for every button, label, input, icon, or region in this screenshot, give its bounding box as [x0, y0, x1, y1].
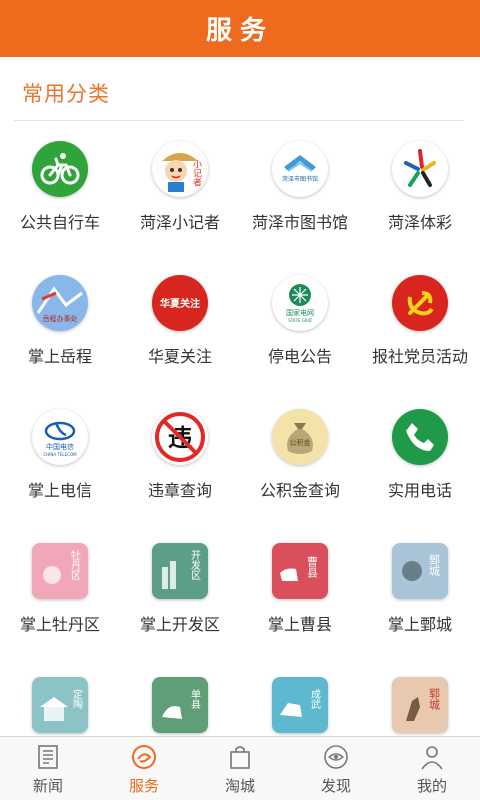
- discover-icon: [324, 745, 348, 769]
- service-item-label: 违章查询: [147, 481, 212, 500]
- yuecheng-icon: 岳程办事处: [32, 275, 88, 331]
- newspaper-icon: [38, 745, 58, 769]
- service-item-yuecheng[interactable]: 岳程办事处 掌上岳程: [0, 255, 120, 389]
- service-item-label: 停电公告: [267, 347, 332, 366]
- app-header: 服务: [0, 0, 480, 57]
- service-item-label: 菏泽小记者: [139, 213, 220, 232]
- shopping-bag-icon: [230, 746, 250, 769]
- service-item-fund[interactable]: 公积金 公积金查询: [240, 389, 360, 523]
- service-item-party[interactable]: 报社党员活动: [360, 255, 480, 389]
- svg-text:菏泽市图书馆: 菏泽市图书馆: [282, 175, 318, 183]
- service-item-kaifa[interactable]: 开发区 掌上开发区: [120, 523, 240, 657]
- svg-text:曹县: 曹县: [306, 556, 319, 579]
- svg-text:开发区: 开发区: [189, 550, 201, 580]
- svg-text:牡丹区: 牡丹区: [69, 549, 81, 580]
- huaxia-icon: 华夏关注: [152, 275, 208, 331]
- lottery-star-icon: [392, 141, 448, 197]
- bottom-tab-bar: 新闻 服务 淘城 发现 我的: [0, 736, 480, 800]
- svg-text:定陶: 定陶: [71, 688, 83, 710]
- service-item-label: 公共自行车: [19, 213, 100, 232]
- user-icon: [421, 746, 443, 770]
- service-item-huaxia[interactable]: 华夏关注 华夏关注: [120, 255, 240, 389]
- service-item-label: 掌上电信: [27, 481, 92, 500]
- svg-text:岳程办事处: 岳程办事处: [43, 314, 78, 323]
- mudan-icon: 牡丹区: [32, 543, 88, 599]
- service-item-reporter[interactable]: 小记者 菏泽小记者: [120, 121, 240, 255]
- service-item-telecom[interactable]: 中国电信 CHINA TELECOM 掌上电信: [0, 389, 120, 523]
- service-item-juancheng[interactable]: 鄄城 掌上鄄城: [360, 523, 480, 657]
- service-item-bicycle[interactable]: 公共自行车: [0, 121, 120, 255]
- service-item-label: 掌上牡丹区: [19, 615, 100, 634]
- svg-text:成武: 成武: [309, 689, 321, 709]
- service-item-label: 实用电话: [387, 481, 452, 500]
- tab-shopping[interactable]: 淘城: [192, 737, 288, 800]
- fund-bag-icon: 公积金: [272, 409, 328, 465]
- service-item-shanxian[interactable]: 单县: [120, 657, 240, 736]
- service-item-yuncheng[interactable]: 郓城: [360, 657, 480, 736]
- service-item-power-notice[interactable]: 国家电网 STATE GRID 停电公告: [240, 255, 360, 389]
- service-icon: [132, 745, 156, 769]
- svg-text:小记者: 小记者: [191, 159, 202, 186]
- service-item-caoxian[interactable]: 曹县 掌上曹县: [240, 523, 360, 657]
- service-item-phone[interactable]: 实用电话: [360, 389, 480, 523]
- dingtao-icon: 定陶: [32, 677, 88, 733]
- kaifa-icon: 开发区: [152, 543, 208, 599]
- shanxian-icon: 单县: [152, 677, 208, 733]
- tab-news[interactable]: 新闻: [0, 737, 96, 800]
- juancheng-icon: 鄄城: [392, 543, 448, 599]
- phone-icon: [392, 409, 448, 465]
- svg-text:国家电网: 国家电网: [286, 308, 314, 317]
- svg-text:郓城: 郓城: [428, 688, 441, 710]
- tab-discover[interactable]: 发现: [288, 737, 384, 800]
- service-item-lottery[interactable]: 菏泽体彩: [360, 121, 480, 255]
- service-item-chengwu[interactable]: 成武: [240, 657, 360, 736]
- china-telecom-icon: 中国电信 CHINA TELECOM: [32, 409, 88, 465]
- service-item-mudan[interactable]: 牡丹区 掌上牡丹区: [0, 523, 120, 657]
- party-emblem-icon: [392, 275, 448, 331]
- svg-text:鄄城: 鄄城: [428, 554, 441, 576]
- svg-text:华夏关注: 华夏关注: [160, 297, 200, 310]
- service-item-label: 掌上鄄城: [387, 615, 452, 634]
- tab-profile[interactable]: 我的: [384, 737, 480, 800]
- violation-icon: 违: [152, 409, 208, 465]
- page-title: 服务: [205, 16, 274, 46]
- svg-text:STATE GRID: STATE GRID: [288, 318, 311, 323]
- state-grid-icon: 国家电网 STATE GRID: [272, 275, 328, 331]
- service-item-label: 公积金查询: [259, 481, 340, 500]
- service-item-label: 菏泽体彩: [387, 213, 452, 232]
- svg-text:中国电信: 中国电信: [46, 442, 74, 451]
- bicycle-icon: [32, 141, 88, 197]
- section-title: 常用分类: [22, 82, 110, 106]
- svg-text:单县: 单县: [189, 689, 201, 710]
- caoxian-icon: 曹县: [272, 543, 328, 599]
- service-item-label: 华夏关注: [147, 347, 212, 366]
- service-grid: 公共自行车 小记者 菏泽小记者 菏泽市图书馆 菏泽市图书馆 菏泽体彩 岳程办事处…: [0, 121, 480, 736]
- service-item-label: 报社党员活动: [371, 347, 468, 366]
- service-item-library[interactable]: 菏泽市图书馆 菏泽市图书馆: [240, 121, 360, 255]
- service-item-dingtao[interactable]: 定陶: [0, 657, 120, 736]
- yuncheng-icon: 郓城: [392, 677, 448, 733]
- tab-service[interactable]: 服务: [96, 737, 192, 800]
- chengwu-icon: 成武: [272, 677, 328, 733]
- reporter-mascot-icon: 小记者: [152, 141, 208, 197]
- service-item-label: 菏泽市图书馆: [251, 213, 348, 232]
- service-item-label: 掌上岳程: [27, 347, 92, 366]
- svg-text:CHINA TELECOM: CHINA TELECOM: [43, 452, 77, 457]
- svg-text:公积金: 公积金: [290, 438, 311, 447]
- service-item-violation[interactable]: 违 违章查询: [120, 389, 240, 523]
- service-item-label: 掌上开发区: [139, 615, 220, 634]
- library-icon: 菏泽市图书馆: [272, 141, 328, 197]
- service-item-label: 掌上曹县: [267, 615, 332, 634]
